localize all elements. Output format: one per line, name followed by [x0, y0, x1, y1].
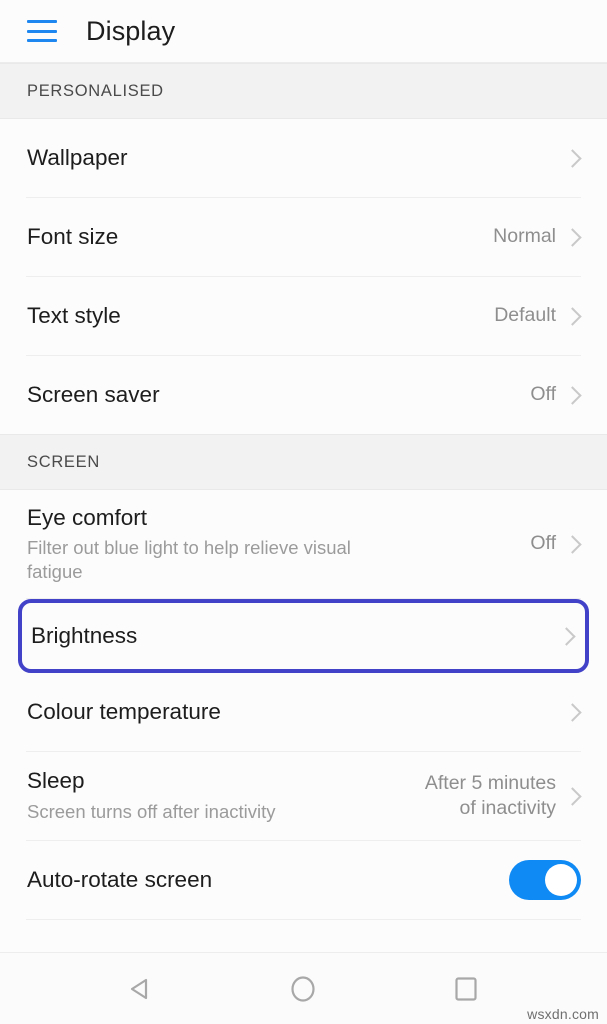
list-item-label: Auto-rotate screen [27, 866, 213, 892]
row-right [557, 626, 577, 646]
back-triangle-icon[interactable] [113, 961, 169, 1017]
chevron-right-icon [563, 385, 582, 405]
hamburger-line [27, 29, 57, 33]
list-item-value: Normal [493, 225, 556, 248]
list-item-value: Off [530, 532, 556, 555]
list-item-brightness[interactable]: Brightness [18, 599, 589, 673]
chevron-right-icon [563, 786, 582, 806]
row-right: Default [494, 303, 583, 328]
list-item-value: Default [494, 304, 556, 327]
row-main: Auto-rotate screen [27, 867, 509, 894]
list-item-wallpaper[interactable]: Wallpaper [0, 119, 607, 197]
hamburger-line [27, 20, 57, 23]
chevron-right-icon [563, 702, 582, 722]
list-item-auto-rotate-screen[interactable]: Auto-rotate screen [0, 841, 607, 919]
list-item-label: Brightness [31, 622, 138, 648]
row-main: Sleep Screen turns off after inactivity [27, 768, 425, 823]
hamburger-menu-icon[interactable] [27, 20, 57, 42]
home-circle-icon[interactable] [275, 961, 331, 1017]
auto-rotate-toggle[interactable] [509, 860, 581, 900]
section-header-screen: SCREEN [0, 434, 607, 490]
chevron-right-icon [563, 148, 582, 168]
watermark: wsxdn.com [527, 1006, 599, 1022]
toggle-knob [545, 864, 577, 896]
personalised-list: Wallpaper Font size Normal Text style De… [0, 119, 607, 434]
screen-list: Eye comfort Filter out blue light to hel… [0, 490, 607, 920]
section-header-personalised: PERSONALISED [0, 63, 607, 119]
hamburger-line [27, 39, 57, 42]
list-item-label: Colour temperature [27, 698, 221, 724]
list-item-label: Screen saver [27, 381, 160, 407]
row-main: Brightness [31, 623, 560, 650]
chevron-right-icon [563, 306, 582, 326]
list-item-label: Font size [27, 223, 119, 249]
list-item-sleep[interactable]: Sleep Screen turns off after inactivity … [0, 752, 607, 840]
row-right: Off [530, 531, 583, 556]
row-main: Eye comfort Filter out blue light to hel… [27, 505, 530, 584]
display-settings-screen: Display PERSONALISED Wallpaper Font size… [0, 0, 607, 1024]
content-spacer [0, 920, 607, 952]
list-item-font-size[interactable]: Font size Normal [0, 198, 607, 276]
recents-square-icon[interactable] [438, 961, 494, 1017]
list-item-label: Text style [27, 302, 121, 328]
list-item-description: Filter out blue light to help relieve vi… [27, 537, 351, 582]
app-bar: Display [0, 0, 607, 63]
list-item-label: Eye comfort [27, 504, 148, 530]
list-item-description: Screen turns off after inactivity [27, 800, 276, 822]
row-right: Off [530, 382, 583, 407]
list-item-label: Wallpaper [27, 144, 128, 170]
chevron-right-icon [563, 227, 582, 247]
row-right [509, 860, 583, 900]
list-item-text-style[interactable]: Text style Default [0, 277, 607, 355]
list-item-value: After 5 minutes of inactivity [424, 771, 556, 819]
list-item-label: Sleep [27, 768, 85, 794]
row-main: Wallpaper [27, 145, 566, 172]
row-right [563, 702, 583, 722]
page-title: Display [86, 15, 176, 46]
row-right: Normal [493, 224, 583, 249]
list-item-eye-comfort[interactable]: Eye comfort Filter out blue light to hel… [0, 490, 607, 598]
chevron-right-icon [563, 534, 582, 554]
row-main: Font size [27, 224, 493, 251]
row-right [563, 148, 583, 168]
chevron-right-icon [557, 626, 576, 646]
row-main: Text style [27, 303, 494, 330]
system-navigation-bar: wsxdn.com [0, 952, 607, 1024]
list-item-colour-temperature[interactable]: Colour temperature [0, 673, 607, 751]
list-item-value: Off [530, 383, 556, 406]
row-right: After 5 minutes of inactivity [425, 771, 583, 822]
row-main: Colour temperature [27, 699, 566, 726]
row-main: Screen saver [27, 382, 530, 409]
list-item-screen-saver[interactable]: Screen saver Off [0, 356, 607, 434]
